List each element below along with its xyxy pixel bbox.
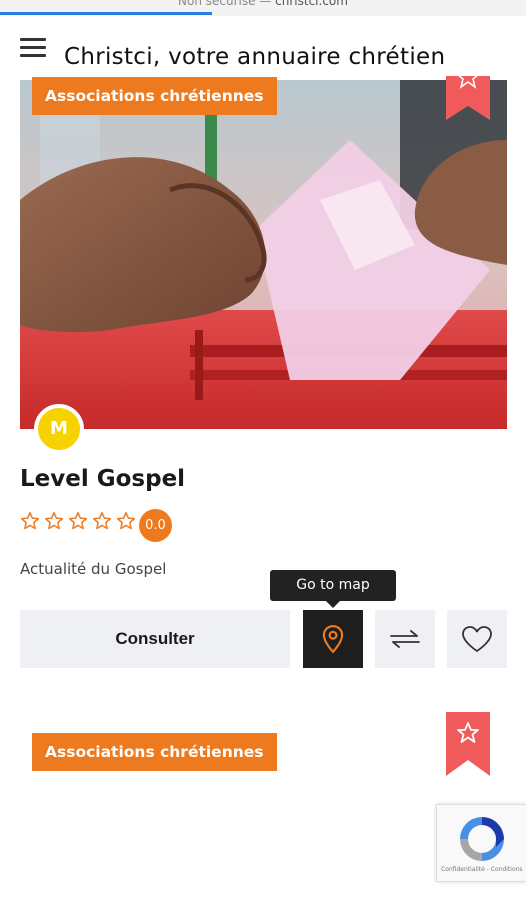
star-icon [446, 76, 490, 120]
bookmark-ribbon[interactable] [446, 76, 490, 120]
map-pin-icon [322, 625, 344, 654]
bookmark-ribbon-2[interactable] [446, 712, 490, 776]
listing-description: Actualité du Gospel [20, 560, 167, 578]
browser-url[interactable]: Non sécurisé — christci.com [0, 0, 526, 8]
heart-icon [462, 626, 492, 652]
avatar[interactable]: M [34, 404, 84, 454]
app-header: Christci, votre annuaire chrétien [0, 16, 526, 80]
page-load-progress [0, 12, 212, 15]
go-to-map-button[interactable] [303, 610, 363, 668]
browser-url-bar: Non sécurisé — christci.com [0, 0, 526, 16]
star-outline-icon [92, 511, 112, 530]
recaptcha-terms[interactable]: Confidentialité - Conditions [441, 866, 523, 873]
category-badge-2[interactable]: Associations chrétiennes [32, 733, 277, 771]
ballot-box-photo [20, 80, 507, 429]
url-host: christci.com [275, 0, 348, 8]
rating-value-badge: 0.0 [139, 509, 172, 542]
recaptcha-badge[interactable]: Confidentialité - Conditions [436, 804, 526, 882]
category-badge[interactable]: Associations chrétiennes [32, 77, 277, 115]
listing-title[interactable]: Level Gospel [20, 466, 185, 492]
star-rating [20, 511, 140, 531]
compare-button[interactable] [375, 610, 435, 668]
map-tooltip: Go to map [270, 570, 396, 608]
star-outline-icon [44, 511, 64, 530]
compare-arrows-icon [390, 630, 420, 648]
star-outline-icon [68, 511, 88, 530]
star-icon [446, 712, 490, 776]
consult-button[interactable]: Consulter [20, 610, 290, 668]
recaptcha-logo-icon [460, 817, 504, 861]
star-outline-icon [116, 511, 136, 530]
hamburger-menu-icon[interactable] [20, 38, 46, 58]
listing-image[interactable] [20, 80, 507, 429]
site-title: Christci, votre annuaire chrétien [64, 44, 446, 70]
url-security-label: Non sécurisé — [178, 0, 276, 8]
star-outline-icon [20, 511, 40, 530]
favorite-button[interactable] [447, 610, 507, 668]
